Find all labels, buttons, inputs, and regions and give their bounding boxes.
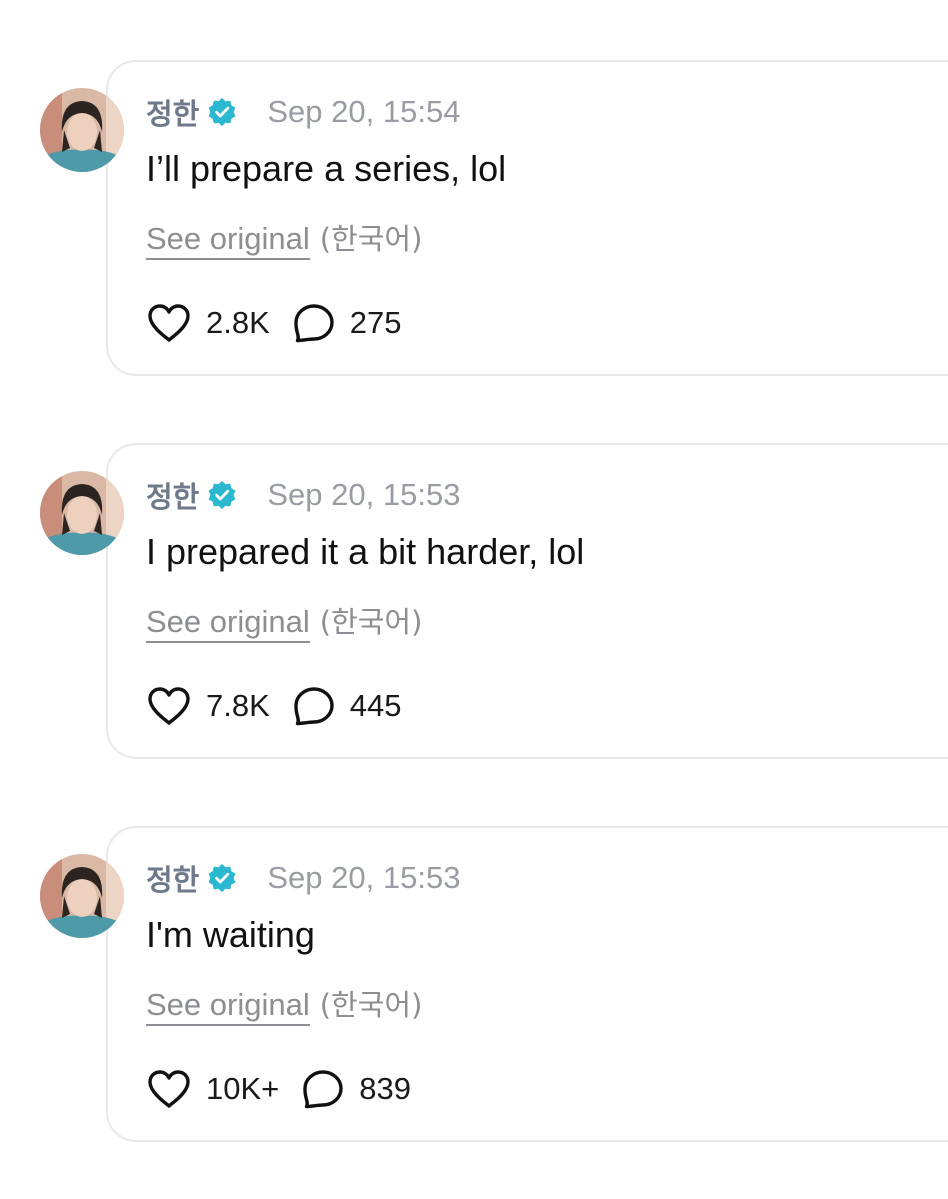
like-button[interactable]: 2.8K xyxy=(146,302,270,344)
post-actions: 2.8K 275 xyxy=(146,300,424,346)
comment-button[interactable]: 839 xyxy=(301,1068,411,1110)
heart-icon xyxy=(148,687,190,725)
heart-icon xyxy=(148,304,190,342)
post-actions: 10K+ 839 xyxy=(146,1066,433,1112)
like-count: 7.8K xyxy=(206,688,270,723)
speech-bubble-icon xyxy=(303,1070,343,1109)
post-2: 정한 Sep 20, 15:53 I prepared it a bit har… xyxy=(40,443,948,763)
speech-bubble-icon xyxy=(294,304,334,343)
original-language: (한국어) xyxy=(319,605,423,639)
avatar[interactable] xyxy=(40,88,124,172)
comment-count: 275 xyxy=(349,305,402,340)
comment-button[interactable]: 275 xyxy=(292,302,402,344)
post-1: 정한 Sep 20, 15:54 I’ll prepare a series, … xyxy=(40,60,948,380)
username[interactable]: 정한 xyxy=(146,474,199,516)
like-button[interactable]: 10K+ xyxy=(146,1068,279,1110)
heart-icon xyxy=(148,1070,190,1108)
see-original-link[interactable]: See original xyxy=(146,604,310,643)
post-text: I prepared it a bit harder, lol xyxy=(146,531,585,572)
see-original-link[interactable]: See original xyxy=(146,987,310,1026)
translation-row: See original (한국어) xyxy=(146,216,423,260)
like-count: 2.8K xyxy=(206,305,270,340)
username[interactable]: 정한 xyxy=(146,91,199,133)
translation-row: See original (한국어) xyxy=(146,982,423,1026)
translation-row: See original (한국어) xyxy=(146,599,423,643)
post-text: I'm waiting xyxy=(146,914,315,955)
comment-count: 839 xyxy=(359,1071,411,1106)
post-text: I’ll prepare a series, lol xyxy=(146,148,507,189)
avatar[interactable] xyxy=(40,854,124,938)
verified-badge-icon xyxy=(207,480,237,510)
verified-badge-icon xyxy=(207,863,237,893)
verified-badge-icon xyxy=(207,97,237,127)
timestamp: Sep 20, 15:54 xyxy=(267,94,461,129)
original-language: (한국어) xyxy=(319,222,423,256)
see-original-link[interactable]: See original xyxy=(146,221,310,260)
post-header: 정한 Sep 20, 15:53 xyxy=(146,473,460,517)
post-actions: 7.8K 445 xyxy=(146,683,424,729)
post-header: 정한 Sep 20, 15:54 xyxy=(146,90,460,134)
avatar[interactable] xyxy=(40,471,124,555)
like-button[interactable]: 7.8K xyxy=(146,685,270,727)
like-count: 10K+ xyxy=(206,1071,280,1106)
original-language: (한국어) xyxy=(319,988,423,1022)
comment-count: 445 xyxy=(349,688,402,723)
post-header: 정한 Sep 20, 15:53 xyxy=(146,856,460,900)
timestamp: Sep 20, 15:53 xyxy=(267,860,461,895)
username[interactable]: 정한 xyxy=(146,857,199,899)
comment-button[interactable]: 445 xyxy=(292,685,402,727)
timestamp: Sep 20, 15:53 xyxy=(267,477,461,512)
speech-bubble-icon xyxy=(294,687,334,726)
post-3: 정한 Sep 20, 15:53 I'm waiting See origina… xyxy=(40,826,948,1146)
